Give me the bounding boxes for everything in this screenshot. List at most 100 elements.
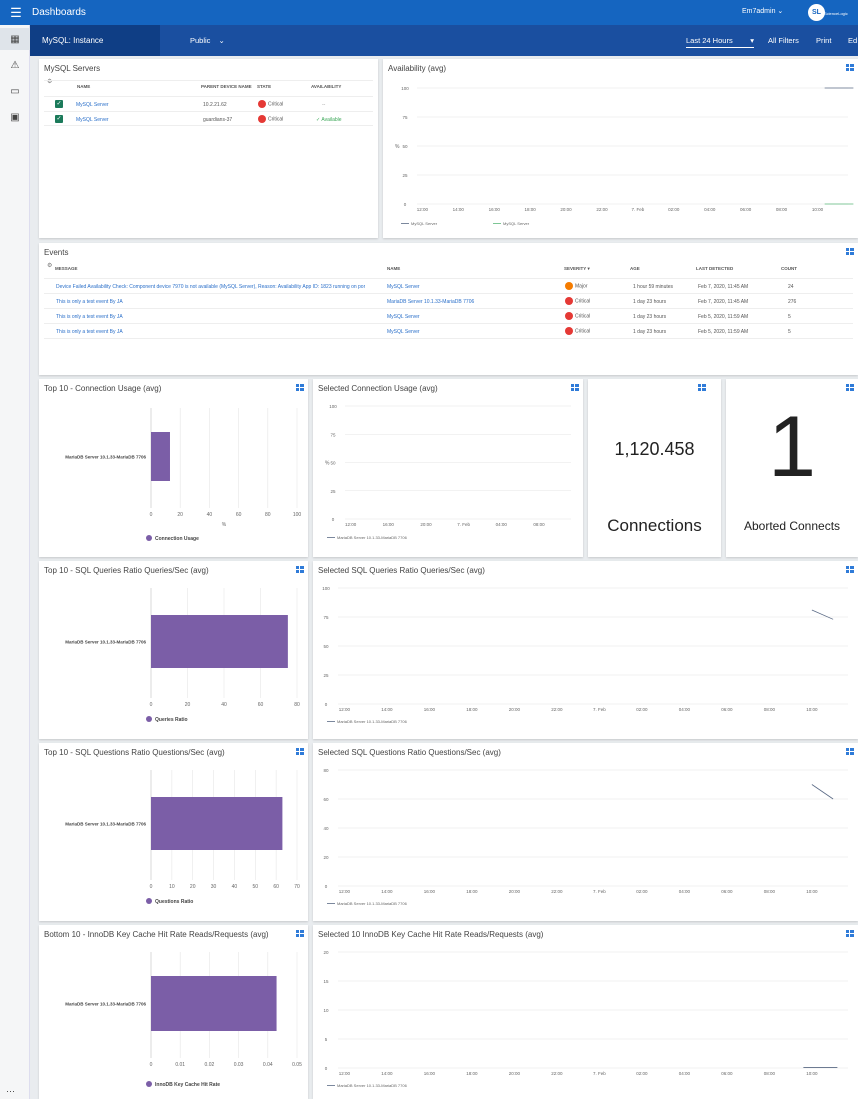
event-age: 1 hour 59 minutes bbox=[633, 284, 674, 290]
legend-swatch bbox=[146, 898, 152, 904]
table-row[interactable]: This is only a test event By JA MySQL Ser… bbox=[44, 323, 853, 338]
x-axis-label: % bbox=[222, 522, 227, 528]
app-title: Dashboards bbox=[32, 7, 86, 18]
business-services-icon[interactable]: ▣ bbox=[0, 106, 30, 128]
severity-dot-icon bbox=[565, 327, 573, 335]
event-source-name[interactable]: MariaDB Server 10.1.33-MariaDB 7706 bbox=[387, 299, 474, 305]
x-tick-label: 60 bbox=[258, 702, 264, 708]
x-tick-label: 22:00 bbox=[551, 889, 563, 894]
check-icon[interactable]: ✓ bbox=[55, 100, 63, 108]
event-source-name[interactable]: MySQL Server bbox=[387, 314, 420, 320]
edit-button[interactable]: Ed bbox=[848, 36, 857, 45]
check-icon[interactable]: ✓ bbox=[55, 115, 63, 123]
aborted-value: 1 bbox=[768, 399, 816, 495]
grid-icon[interactable] bbox=[698, 384, 706, 391]
table-row[interactable]: ✓ MySQL Server 10.2.21.62 Critical -- bbox=[44, 96, 373, 111]
widget-title: MySQL Servers bbox=[44, 64, 101, 73]
bottom-cache-hit-widget: Bottom 10 - InnoDB Key Cache Hit Rate Re… bbox=[39, 925, 308, 1099]
x-tick-label: 04:00 bbox=[679, 1071, 691, 1076]
chevron-down-icon: ⌄ bbox=[218, 36, 225, 45]
category-label: MariaDB Server 10.1.33-MariaDB 7706 bbox=[65, 640, 146, 645]
legend-swatch bbox=[146, 535, 152, 541]
col-name[interactable]: NAME bbox=[77, 84, 90, 89]
event-severity: Critical bbox=[565, 312, 590, 320]
connection-usage-line-chart: 0 25 50 75 100% 12:00 16:00 20:00 7. Feb 04:00 08:… bbox=[325, 404, 571, 540]
state-label: Critical bbox=[268, 116, 284, 123]
x-tick-label: 04:00 bbox=[679, 889, 691, 894]
events-warning-icon[interactable]: ⚠ bbox=[0, 54, 30, 76]
severity-label: Critical bbox=[575, 313, 591, 320]
col-state[interactable]: STATE bbox=[257, 84, 271, 89]
visibility-select[interactable]: Public ⌄ bbox=[190, 36, 225, 45]
server-name[interactable]: MySQL Server bbox=[76, 102, 109, 108]
col-last-detected[interactable]: LAST DETECTED bbox=[696, 266, 733, 271]
event-age: 1 day 23 hours bbox=[633, 299, 667, 305]
y-tick-label: 50 bbox=[402, 144, 408, 149]
col-severity[interactable]: SEVERITY ▾ bbox=[564, 266, 590, 272]
critical-dot-icon bbox=[258, 115, 266, 123]
selected-questions-ratio-widget: Selected SQL Questions Ratio Questions/S… bbox=[313, 743, 858, 921]
y-tick-label: 50 bbox=[330, 461, 336, 466]
more-icon[interactable]: ⋯ bbox=[6, 1086, 15, 1097]
x-tick-label: 20:00 bbox=[509, 707, 521, 712]
dashboard-name[interactable]: MySQL: Instance bbox=[30, 25, 160, 56]
gear-icon[interactable]: ⚙ bbox=[47, 262, 52, 269]
x-tick-label: 30 bbox=[211, 884, 217, 890]
x-tick-label: 80 bbox=[265, 512, 271, 518]
event-source-name[interactable]: MySQL Server bbox=[387, 329, 420, 335]
selected-connection-usage-widget: Selected Connection Usage (avg) 0 25 50 75 1… bbox=[313, 379, 583, 557]
y-tick-label: 0 bbox=[325, 884, 328, 889]
legend-label: MySQL Server bbox=[411, 221, 438, 226]
y-tick-label: 75 bbox=[323, 615, 329, 620]
x-tick-label: 18:00 bbox=[466, 707, 478, 712]
event-count: 5 bbox=[788, 329, 791, 335]
x-tick-label: 04:00 bbox=[496, 522, 508, 527]
y-axis-label: % bbox=[395, 144, 400, 150]
all-filters-button[interactable]: All Filters bbox=[768, 36, 799, 45]
y-tick-label: 0 bbox=[332, 517, 335, 522]
table-row[interactable]: ✓ MySQL Server guardians-37 Critical ✓ A… bbox=[44, 111, 373, 126]
server-name[interactable]: MySQL Server bbox=[76, 117, 109, 123]
table-row[interactable]: Device Failed Availability Check: Compon… bbox=[44, 278, 853, 293]
category-label: MariaDB Server 10.1.33-MariaDB 7706 bbox=[65, 822, 146, 827]
x-tick-label: 7. Feb bbox=[593, 1071, 606, 1076]
col-name[interactable]: NAME bbox=[387, 266, 400, 271]
event-source-name[interactable]: MySQL Server bbox=[387, 284, 420, 290]
col-parent[interactable]: PARENT DEVICE NAME bbox=[201, 84, 252, 89]
table-row[interactable]: This is only a test event By JA MariaDB S… bbox=[44, 293, 853, 308]
connections-value: 1,120.458 bbox=[614, 439, 695, 459]
event-count: 24 bbox=[788, 284, 794, 290]
y-tick-label: 20 bbox=[323, 855, 329, 860]
event-message[interactable]: This is only a test event By JA bbox=[56, 299, 123, 305]
y-tick-label: 0 bbox=[325, 702, 328, 707]
caret-down-icon: ▾ bbox=[750, 36, 754, 45]
grid-icon[interactable] bbox=[846, 248, 854, 255]
y-tick-label: 25 bbox=[330, 489, 336, 494]
dashboards-icon[interactable]: ▦ bbox=[0, 28, 30, 50]
col-count[interactable]: COUNT bbox=[781, 266, 797, 271]
col-availability[interactable]: AVAILABILITY bbox=[311, 84, 341, 89]
table-row[interactable]: This is only a test event By JA MySQL Ser… bbox=[44, 308, 853, 323]
legend-swatch bbox=[146, 716, 152, 722]
event-message[interactable]: This is only a test event By JA bbox=[56, 314, 123, 320]
bar bbox=[151, 976, 277, 1031]
severity-dot-icon bbox=[565, 282, 573, 290]
x-tick-label: 0.03 bbox=[234, 1062, 244, 1068]
x-tick-label: 08:00 bbox=[764, 707, 776, 712]
print-button[interactable]: Print bbox=[816, 36, 831, 45]
devices-icon[interactable]: ▭ bbox=[0, 80, 30, 102]
time-range-select[interactable]: Last 24 Hours ▾ bbox=[686, 36, 754, 48]
col-message[interactable]: MESSAGE bbox=[55, 266, 78, 271]
legend-label: MariaDB Server 10.1.33-MariaDB 7706 bbox=[337, 719, 408, 724]
event-message[interactable]: This is only a test event By JA bbox=[56, 329, 123, 335]
legend-label: Connection Usage bbox=[155, 536, 199, 542]
col-severity-label: SEVERITY bbox=[564, 266, 587, 271]
dashboard-toolbar: MySQL: Instance Public ⌄ Last 24 Hours ▾… bbox=[30, 25, 858, 56]
legend-label: MariaDB Server 10.1.33-MariaDB 7706 bbox=[337, 1083, 408, 1088]
parent-device: 10.2.21.62 bbox=[203, 102, 227, 108]
hamburger-menu-icon[interactable]: ☰ bbox=[0, 5, 32, 21]
user-menu[interactable]: Em7admin ⌄ bbox=[742, 7, 783, 15]
col-age[interactable]: AGE bbox=[630, 266, 640, 271]
event-message[interactable]: Device Failed Availability Check: Compon… bbox=[56, 284, 365, 290]
grid-icon[interactable] bbox=[846, 384, 854, 391]
